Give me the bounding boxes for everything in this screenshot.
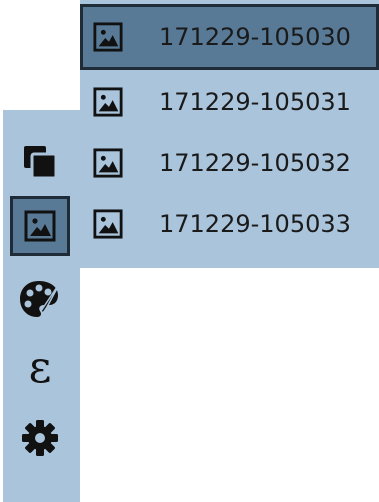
image-list-item-label: 171229-105030 xyxy=(159,23,351,51)
app-stage: ε 171229-105030 171229-105031 171229-105… xyxy=(0,0,379,502)
image-icon xyxy=(93,87,123,117)
effects-button[interactable]: ε xyxy=(10,338,70,398)
image-button[interactable] xyxy=(10,196,70,256)
settings-button[interactable] xyxy=(10,408,70,468)
image-list-item-label: 171229-105033 xyxy=(159,210,351,238)
image-list-item[interactable]: 171229-105033 xyxy=(80,191,379,257)
image-list-item-label: 171229-105031 xyxy=(159,88,351,116)
palette-button[interactable] xyxy=(10,270,70,330)
image-list-item[interactable]: 171229-105030 xyxy=(80,4,379,70)
layers-icon xyxy=(22,144,58,180)
image-list-panel: 171229-105030 171229-105031 171229-10503… xyxy=(80,0,379,268)
image-icon xyxy=(93,148,123,178)
image-icon xyxy=(93,22,123,52)
image-icon xyxy=(24,210,56,242)
image-list-item[interactable]: 171229-105032 xyxy=(80,130,379,196)
layers-button[interactable] xyxy=(10,132,70,192)
gear-icon xyxy=(21,419,59,457)
image-list-item-label: 171229-105032 xyxy=(159,149,351,177)
side-toolbar: ε xyxy=(3,110,80,502)
epsilon-icon: ε xyxy=(28,342,52,393)
palette-icon xyxy=(17,277,63,323)
image-icon xyxy=(93,209,123,239)
image-list-item[interactable]: 171229-105031 xyxy=(80,69,379,135)
